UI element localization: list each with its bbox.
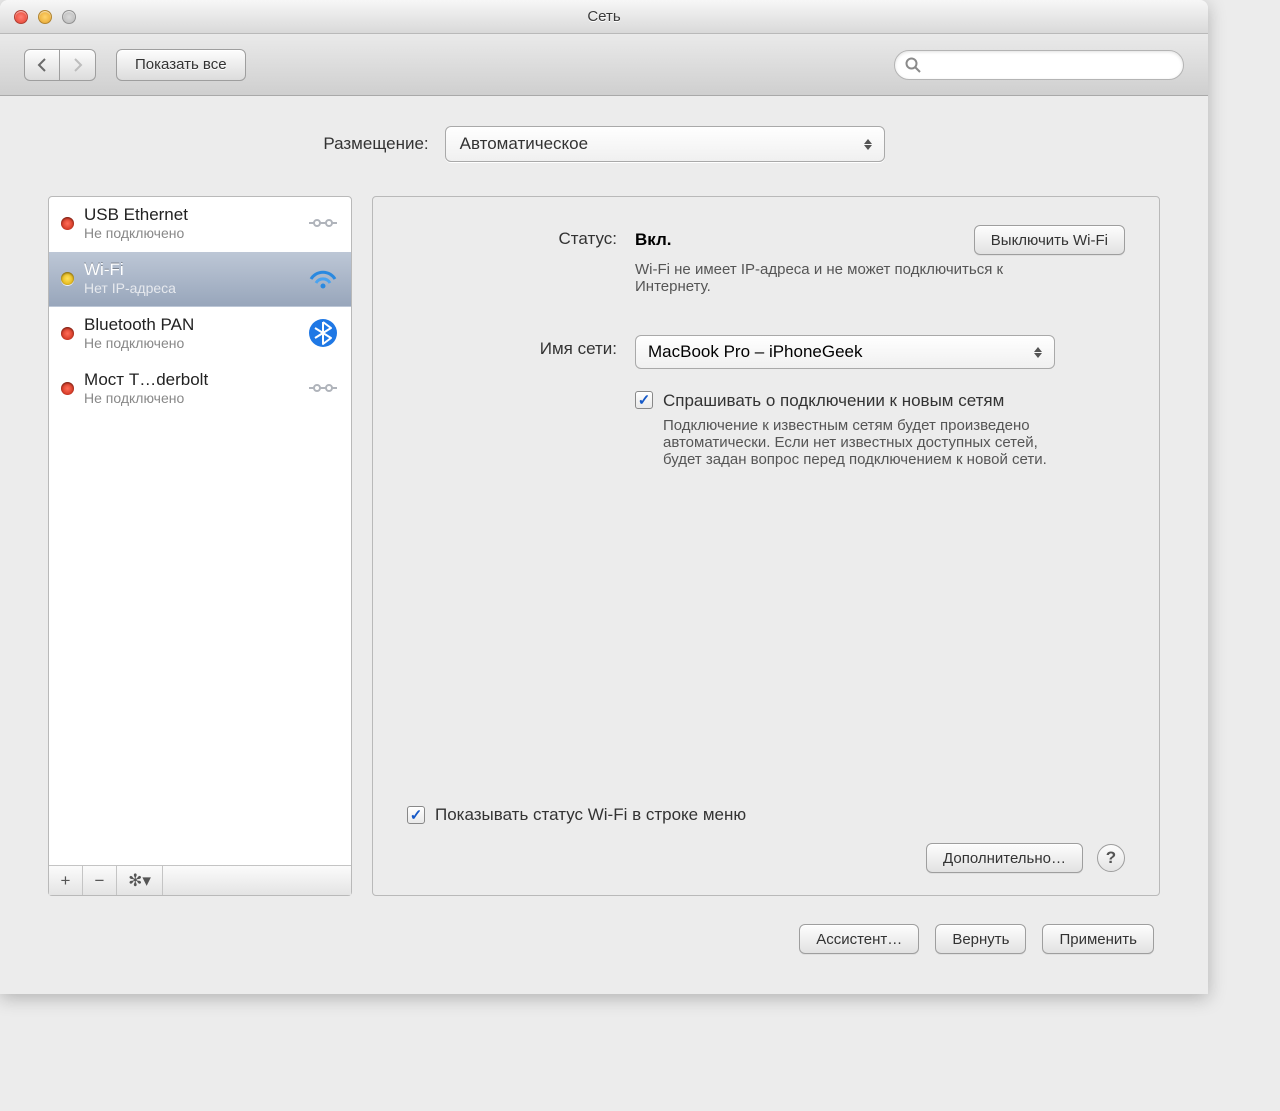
- status-dot-icon: [61, 327, 74, 340]
- updown-caret-icon: [1028, 340, 1048, 364]
- status-dot-icon: [61, 272, 74, 285]
- search-input[interactable]: [921, 57, 1173, 73]
- minus-icon: −: [95, 871, 105, 891]
- help-button[interactable]: ?: [1097, 844, 1125, 872]
- nav-segment: [24, 49, 96, 81]
- service-item-bluetooth[interactable]: Bluetooth PAN Не подключено: [49, 307, 351, 362]
- service-item-usb-ethernet[interactable]: USB Ethernet Не подключено: [49, 197, 351, 252]
- service-status: Нет IP-адреса: [84, 280, 295, 296]
- service-status: Не подключено: [84, 390, 295, 406]
- titlebar: Сеть: [0, 0, 1208, 34]
- remove-service-button[interactable]: −: [83, 866, 117, 895]
- status-row: Статус: Вкл. Выключить Wi-Fi Wi-Fi не им…: [407, 225, 1125, 295]
- bluetooth-icon: [305, 319, 341, 347]
- ask-new-networks-row: Спрашивать о подключении к новым сетям П…: [635, 391, 1125, 468]
- network-name-row: Имя сети: MacBook Pro – iPhoneGeek Спраш…: [407, 335, 1125, 468]
- chevron-right-icon: [73, 58, 83, 72]
- assist-button[interactable]: Ассистент…: [799, 924, 919, 954]
- status-note: Wi-Fi не имеет IP-адреса и не может подк…: [635, 261, 1055, 295]
- help-icon: ?: [1106, 848, 1116, 868]
- sidebar-footer: + − ✻▾: [49, 865, 351, 895]
- content: Размещение: Автоматическое USB Ethernet …: [0, 96, 1208, 994]
- footer-buttons: Ассистент… Вернуть Применить: [48, 924, 1160, 954]
- ask-new-networks-desc: Подключение к известным сетям будет прои…: [663, 417, 1063, 468]
- back-button[interactable]: [24, 49, 60, 81]
- show-in-menu-label: Показывать статус Wi-Fi в строке меню: [435, 805, 746, 825]
- location-value: Автоматическое: [460, 134, 588, 154]
- action-menu-button[interactable]: ✻▾: [117, 866, 163, 895]
- service-item-thunderbolt-bridge[interactable]: Мост T…derbolt Не подключено: [49, 362, 351, 417]
- network-name-value: MacBook Pro – iPhoneGeek: [648, 342, 863, 362]
- detail-bottom: Показывать статус Wi-Fi в строке меню До…: [407, 805, 1125, 873]
- revert-button[interactable]: Вернуть: [935, 924, 1026, 954]
- service-status: Не подключено: [84, 335, 295, 351]
- service-name: Wi-Fi: [84, 260, 295, 280]
- ask-new-networks-label: Спрашивать о подключении к новым сетям: [663, 391, 1063, 411]
- service-name: Мост T…derbolt: [84, 370, 295, 390]
- service-item-wifi[interactable]: Wi-Fi Нет IP-адреса: [49, 252, 351, 307]
- split: USB Ethernet Не подключено Wi-Fi Нет IP-…: [48, 196, 1160, 896]
- search-field[interactable]: [894, 50, 1184, 80]
- status-value: Вкл.: [635, 230, 672, 250]
- status-label: Статус:: [407, 225, 617, 295]
- status-dot-icon: [61, 217, 74, 230]
- location-label: Размещение:: [323, 134, 428, 154]
- window-title: Сеть: [0, 8, 1208, 25]
- status-dot-icon: [61, 382, 74, 395]
- service-status: Не подключено: [84, 225, 295, 241]
- wifi-icon: [305, 264, 341, 292]
- chevron-left-icon: [37, 58, 47, 72]
- updown-caret-icon: [858, 131, 878, 157]
- ethernet-icon: [305, 374, 341, 402]
- advanced-button[interactable]: Дополнительно…: [926, 843, 1083, 873]
- apply-button[interactable]: Применить: [1042, 924, 1154, 954]
- service-name: Bluetooth PAN: [84, 315, 295, 335]
- search-icon: [905, 57, 921, 73]
- location-popup[interactable]: Автоматическое: [445, 126, 885, 162]
- toolbar: Показать все: [0, 34, 1208, 96]
- ask-new-networks-checkbox[interactable]: [635, 391, 653, 409]
- services-sidebar: USB Ethernet Не подключено Wi-Fi Нет IP-…: [48, 196, 352, 896]
- show-in-menu-checkbox[interactable]: [407, 806, 425, 824]
- gear-icon: ✻▾: [128, 871, 151, 891]
- forward-button[interactable]: [60, 49, 96, 81]
- network-name-popup[interactable]: MacBook Pro – iPhoneGeek: [635, 335, 1055, 369]
- network-name-label: Имя сети:: [407, 335, 617, 468]
- service-name: USB Ethernet: [84, 205, 295, 225]
- show-all-button[interactable]: Показать все: [116, 49, 246, 81]
- service-list: USB Ethernet Не подключено Wi-Fi Нет IP-…: [49, 197, 351, 865]
- ethernet-icon: [305, 209, 341, 237]
- network-prefs-window: Сеть Показать все Размещение: Автоматиче…: [0, 0, 1208, 994]
- add-service-button[interactable]: +: [49, 866, 83, 895]
- show-in-menu-row: Показывать статус Wi-Fi в строке меню: [407, 805, 1125, 825]
- detail-panel: Статус: Вкл. Выключить Wi-Fi Wi-Fi не им…: [372, 196, 1160, 896]
- location-row: Размещение: Автоматическое: [48, 126, 1160, 162]
- plus-icon: +: [61, 871, 71, 891]
- turn-off-wifi-button[interactable]: Выключить Wi-Fi: [974, 225, 1125, 255]
